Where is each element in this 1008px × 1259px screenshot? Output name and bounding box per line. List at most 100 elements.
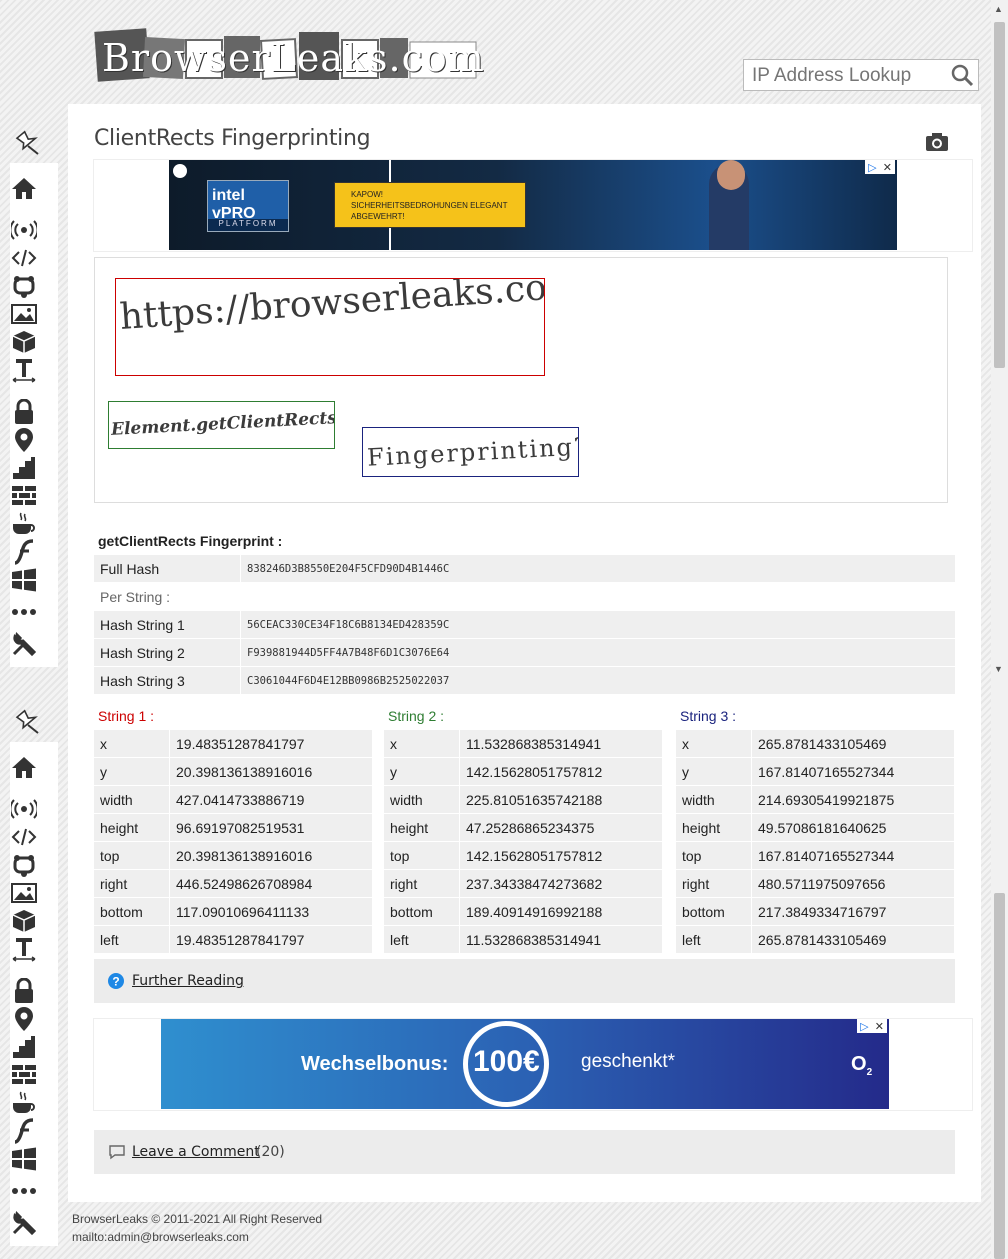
table-row: Hash String 3 C3061044F6D4E12BB0986B2525… [94, 666, 955, 695]
scrollbar-thumb[interactable] [994, 22, 1005, 368]
scroll-up-icon[interactable]: ▲ [994, 4, 1003, 14]
tools-icon[interactable] [10, 631, 38, 657]
comment-count: (20) [256, 1144, 285, 1160]
footer-copyright: BrowserLeaks © 2011-2021 All Right Reser… [72, 1212, 323, 1226]
table-row: left 19.48351287841797 [94, 925, 372, 954]
scroll-down-icon[interactable]: ▼ [994, 664, 1003, 674]
o2-logo: O2 [851, 1053, 873, 1078]
broadcast-icon[interactable] [10, 217, 38, 243]
logo-text: BrowserLeaks.com [102, 36, 485, 80]
table-row: left 265.8781433105469 [676, 925, 954, 954]
table-row: y 20.398136138916016 [94, 757, 372, 786]
lock-icon[interactable] [10, 399, 38, 425]
shield-icon [173, 164, 187, 178]
table-row: y 142.15628051757812 [384, 757, 662, 786]
webgl-icon[interactable] [10, 852, 38, 878]
ad-top-container: intel vPRO PLATFORM KAPOW! SICHERHEITSBE… [93, 159, 973, 252]
image-icon[interactable] [10, 880, 38, 906]
fingerprint-heading: getClientRects Fingerprint : [98, 533, 283, 549]
table-row: height 49.57086181640625 [676, 813, 954, 842]
adchoices-icon[interactable]: ▷ ✕ [857, 1019, 887, 1033]
code-icon[interactable] [10, 245, 38, 271]
flash-icon[interactable] [10, 539, 38, 565]
font-icon[interactable] [10, 357, 38, 383]
table-row: height 96.69197082519531 [94, 813, 372, 842]
table-row: Full Hash 838246D3B8550E204F5CFD90D4B144… [94, 555, 955, 583]
comment-icon [108, 1144, 126, 1164]
scrollbar-thumb[interactable] [994, 893, 1005, 1259]
tools-icon[interactable] [10, 1210, 38, 1236]
main-panel: ClientRects Fingerprinting intel vPRO PL… [68, 104, 981, 1202]
client-rects-demo: https://browserleaks.com/rects Element.g… [94, 257, 948, 503]
footer-contact[interactable]: mailto:admin@browserleaks.com [72, 1228, 322, 1246]
string-2-title: String 2 : [388, 708, 445, 724]
table-row: y 167.81407165527344 [676, 757, 954, 786]
question-icon: ? [108, 973, 124, 993]
ad-bottom-container: Wechselbonus: 100€ geschenkt* O2 ▷ ✕ [93, 1018, 973, 1111]
string-1-table: x 19.48351287841797 y 20.398136138916016 wid… [94, 730, 372, 954]
windows-icon[interactable] [10, 1146, 38, 1172]
table-row: Per String : [94, 582, 955, 611]
camera-icon[interactable] [925, 132, 949, 157]
table-row: width 214.69305419921875 [676, 785, 954, 814]
string-3-table: x 265.8781433105469 y 167.81407165527344 wid… [676, 730, 954, 954]
search-icon[interactable] [950, 63, 974, 92]
search-input[interactable] [750, 63, 944, 89]
stairs-icon[interactable] [10, 1034, 38, 1060]
image-icon[interactable] [10, 301, 38, 327]
table-row: Hash String 1 56CEAC330CE34F18C6B8134ED4… [94, 610, 955, 639]
location-icon[interactable] [10, 1006, 38, 1032]
stairs-icon[interactable] [10, 455, 38, 481]
table-row: top 142.15628051757812 [384, 841, 662, 870]
more-icon[interactable] [10, 1178, 38, 1204]
broadcast-icon[interactable] [10, 796, 38, 822]
java-icon[interactable] [10, 1090, 38, 1116]
ad-bottom-banner[interactable]: Wechselbonus: 100€ geschenkt* O2 ▷ ✕ [161, 1019, 889, 1109]
full-hash-label: Full Hash [94, 555, 241, 583]
intel-logo: intel vPRO PLATFORM [207, 180, 289, 232]
adchoices-icon[interactable]: ▷ ✕ [865, 160, 895, 174]
table-row: Hash String 2 F939881944D5FF4A7B48F6D1C3… [94, 638, 955, 667]
table-row: height 47.25286865234375 [384, 813, 662, 842]
lock-icon[interactable] [10, 978, 38, 1004]
ad-top-tagline: KAPOW! SICHERHEITSBEDROHUNGEN ELEGANT AB… [334, 182, 526, 228]
table-row: bottom 217.3849334716797 [676, 897, 954, 926]
windows-icon[interactable] [10, 567, 38, 593]
string-1-title: String 1 : [98, 708, 155, 724]
code-icon[interactable] [10, 824, 38, 850]
site-logo[interactable]: BrowserLeaks.com [94, 18, 484, 88]
ad-top-banner[interactable]: intel vPRO PLATFORM KAPOW! SICHERHEITSBE… [169, 160, 897, 250]
table-row: x 265.8781433105469 [676, 730, 954, 758]
comments-bar[interactable]: Leave a Comment (20) [94, 1130, 955, 1174]
further-reading-link[interactable]: Further Reading [132, 973, 244, 989]
leave-comment-link[interactable]: Leave a Comment [132, 1144, 260, 1160]
pin-icon[interactable] [14, 128, 46, 158]
flash-icon[interactable] [10, 1118, 38, 1144]
webgl-icon[interactable] [10, 273, 38, 299]
full-hash-value: 838246D3B8550E204F5CFD90D4B1446C [240, 555, 955, 583]
home-icon[interactable] [10, 175, 38, 201]
string-2-table: x 11.532868385314941 y 142.15628051757812 wi… [384, 730, 662, 954]
further-reading-bar[interactable]: ? Further Reading [94, 959, 955, 1003]
page-title: ClientRects Fingerprinting [94, 126, 371, 151]
rect-string-1: https://browserleaks.com/rects [115, 278, 545, 376]
more-icon[interactable] [10, 599, 38, 625]
location-icon[interactable] [10, 427, 38, 453]
table-row: x 11.532868385314941 [384, 730, 662, 758]
font-icon[interactable] [10, 936, 38, 962]
rect-string-2: Element.getClientRects [108, 401, 335, 449]
table-row: width 225.81051635742188 [384, 785, 662, 814]
firewall-icon[interactable] [10, 1062, 38, 1088]
table-row: bottom 117.09010696411133 [94, 897, 372, 926]
ip-lookup-search[interactable] [743, 59, 979, 91]
pin-icon[interactable] [14, 707, 46, 737]
cube-icon[interactable] [10, 329, 38, 355]
table-row: left 11.532868385314941 [384, 925, 662, 954]
firewall-icon[interactable] [10, 483, 38, 509]
java-icon[interactable] [10, 511, 38, 537]
table-row: x 19.48351287841797 [94, 730, 372, 758]
svg-text:?: ? [112, 975, 119, 989]
table-row: right 480.5711975097656 [676, 869, 954, 898]
cube-icon[interactable] [10, 908, 38, 934]
home-icon[interactable] [10, 754, 38, 780]
